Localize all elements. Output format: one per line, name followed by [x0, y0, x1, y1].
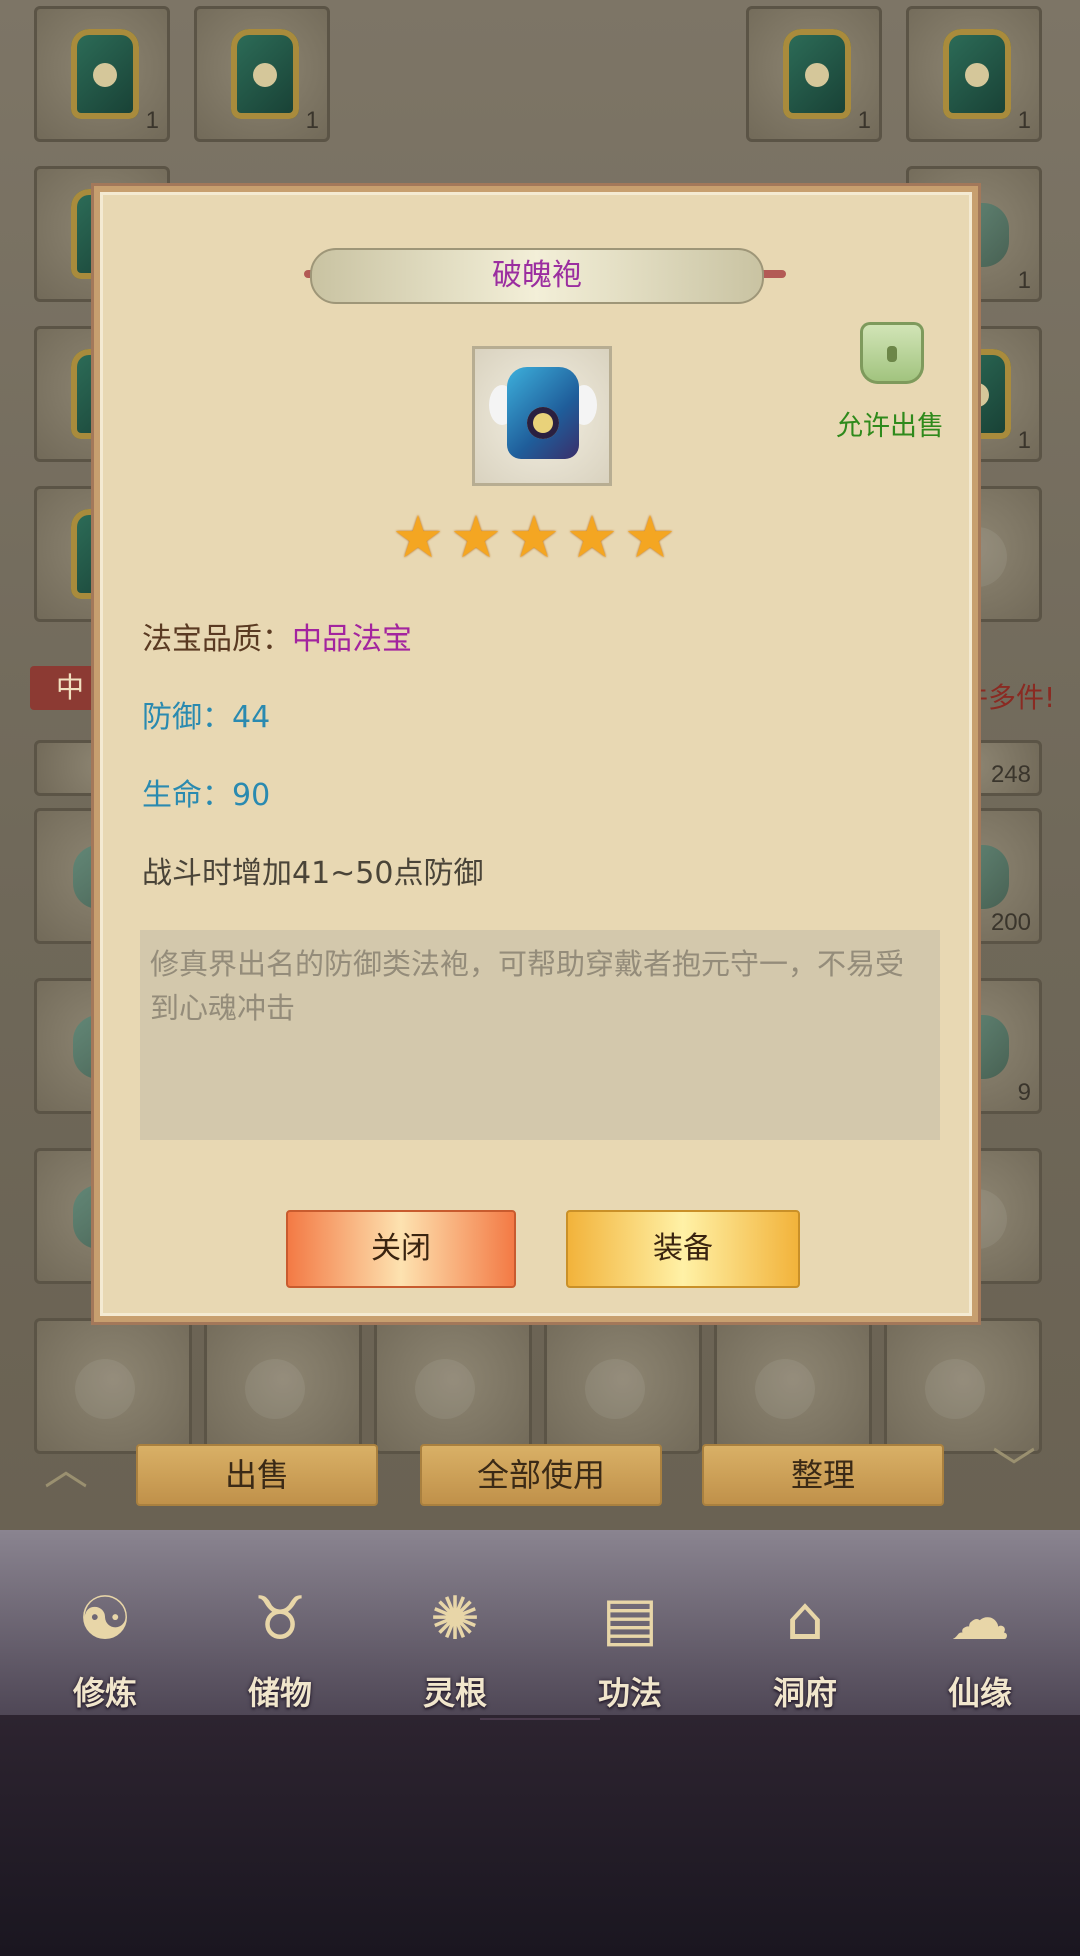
nav-cultivate[interactable]: ☯ 修炼: [30, 1560, 180, 1712]
nav-storage[interactable]: ♉ 储物: [205, 1560, 355, 1712]
nav-label: 灵根: [422, 1674, 487, 1712]
defense-stat: 防御：44: [142, 700, 271, 735]
spirit-root-icon: ✺: [429, 1584, 481, 1654]
cultivation-icon: ☯: [78, 1584, 132, 1654]
nav-spirit-root[interactable]: ✺ 灵根: [380, 1560, 530, 1712]
item-title: 破魄袍: [310, 248, 764, 304]
star-icon: ★: [450, 503, 502, 571]
effect-text: 战斗时增加41~50点防御: [142, 856, 484, 891]
storage-bag-icon: ♉: [253, 1584, 307, 1654]
star-icon: ★: [392, 503, 444, 571]
equip-button[interactable]: 装备: [566, 1210, 800, 1288]
cave-house-icon: ⌂: [785, 1584, 825, 1654]
divider: [480, 1718, 600, 1730]
nav-label: 功法: [597, 1674, 662, 1712]
immortal-fate-icon: ☁: [950, 1584, 1010, 1654]
quality-value: 中品法宝: [292, 622, 412, 657]
nav-label: 修炼: [72, 1674, 137, 1712]
star-icon: ★: [566, 503, 618, 571]
unlock-icon: [860, 322, 924, 384]
star-icon: ★: [624, 503, 676, 571]
technique-book-icon: ▤: [601, 1584, 659, 1654]
quality-label: 法宝品质：: [142, 622, 292, 657]
nav-technique[interactable]: ▤ 功法: [555, 1560, 705, 1712]
description-box: 修真界出名的防御类法袍，可帮助穿戴者抱元守一，不易受到心魂冲击: [140, 930, 940, 1140]
close-button[interactable]: 关闭: [286, 1210, 516, 1288]
nav-label: 仙缘: [947, 1674, 1012, 1712]
item-detail-dialog: 破魄袍 允许出售 ★ ★ ★ ★ ★ 法宝品质：中品法宝 防御：44 生命：90…: [94, 186, 978, 1322]
item-image-frame: [472, 346, 612, 486]
lock-label: 允许出售: [836, 411, 944, 442]
nav-immortal-fate[interactable]: ☁ 仙缘: [905, 1560, 1055, 1712]
nav-label: 储物: [247, 1674, 312, 1712]
quality-row: 法宝品质：中品法宝: [142, 614, 412, 658]
empty-footer-area: [0, 1715, 1080, 1956]
hp-stat: 生命：90: [142, 778, 271, 813]
sell-lock-toggle[interactable]: 允许出售: [836, 322, 944, 442]
nav-cave[interactable]: ⌂ 洞府: [730, 1560, 880, 1712]
star-icon: ★: [508, 503, 560, 571]
taiji-emblem-icon: [527, 407, 559, 439]
star-rating: ★ ★ ★ ★ ★: [392, 508, 712, 568]
nav-label: 洞府: [772, 1674, 837, 1712]
